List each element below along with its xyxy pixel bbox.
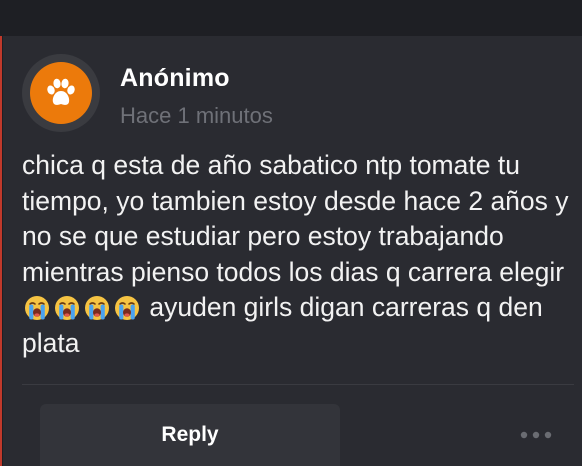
post-body: chica q esta de año sabatico ntp tomate … xyxy=(22,148,574,361)
divider xyxy=(22,384,574,385)
loudly-crying-face-icon xyxy=(115,296,139,320)
more-horizontal-icon xyxy=(520,431,552,439)
emoji-group xyxy=(22,292,142,322)
paw-icon xyxy=(47,78,75,105)
loudly-crying-face-icon xyxy=(55,296,79,320)
author-name[interactable]: Anónimo xyxy=(120,64,230,93)
reply-button[interactable]: Reply xyxy=(40,404,340,466)
top-bar xyxy=(0,0,582,36)
left-edge-accent xyxy=(0,36,2,466)
loudly-crying-face-icon xyxy=(25,296,49,320)
post-text-part-1: chica q esta de año sabatico ntp tomate … xyxy=(22,150,569,287)
post-timestamp: Hace 1 minutos xyxy=(120,103,273,128)
avatar[interactable] xyxy=(22,54,100,132)
more-options-button[interactable] xyxy=(518,424,554,446)
avatar-badge xyxy=(30,62,92,124)
loudly-crying-face-icon xyxy=(85,296,109,320)
